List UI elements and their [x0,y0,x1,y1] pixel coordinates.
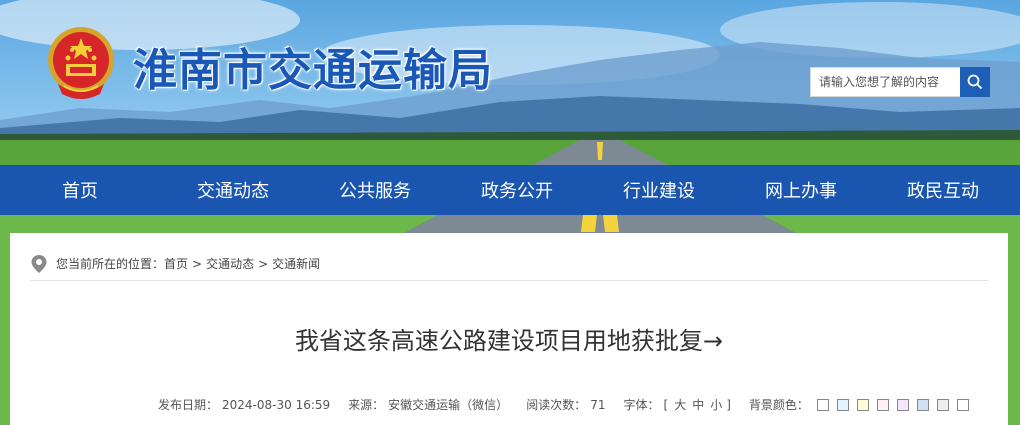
breadcrumb-separator: > [258,256,269,271]
font-size-medium[interactable]: 中 [692,396,704,413]
bg-color-swatch[interactable] [936,399,949,411]
font-size-label: 字体： [623,398,660,412]
nav-item-traffic-news[interactable]: 交通动态 [162,165,304,215]
main-nav: 首页 交通动态 公共服务 政务公开 行业建设 网上办事 政民互动 [0,165,1020,215]
bg-color-swatch[interactable] [896,399,909,411]
breadcrumb-separator: > [192,256,203,271]
bg-color-swatch[interactable] [916,399,929,411]
breadcrumb-transport-news[interactable]: 交通新闻 [272,255,320,272]
source-value: 安徽交通运输（微信） [388,398,509,412]
search-box [810,67,990,97]
bg-color-swatch[interactable] [856,399,869,411]
search-input[interactable] [810,67,960,97]
search-button[interactable] [960,67,990,97]
bg-color-label: 背景颜色： [748,398,809,412]
views-label: 阅读次数： [526,398,587,412]
nav-item-industry-construction[interactable]: 行业建设 [588,165,730,215]
site-title[interactable]: 淮南市交通运输局 [133,34,493,98]
nav-item-public-service[interactable]: 公共服务 [304,165,446,215]
nav-item-home[interactable]: 首页 [40,165,120,215]
font-size-small[interactable]: 小 [710,396,722,413]
search-icon [967,74,983,90]
location-pin-icon [31,254,47,273]
article-meta: 发布日期： 2024-08-30 16:59 来源： 安徽交通运输（微信） 阅读… [158,396,977,413]
bg-color-swatch[interactable] [956,399,969,411]
font-bracket-open: [ [663,397,669,412]
publish-date: 2024-08-30 16:59 [222,397,331,412]
bg-color-swatch[interactable] [876,399,889,411]
bg-color-swatch[interactable] [816,399,829,411]
breadcrumb: 您当前所在的位置： 首页 > 交通动态 > 交通新闻 [30,247,988,281]
publish-date-label: 发布日期： [158,398,219,412]
national-emblem-icon [48,27,114,99]
views-count: 71 [590,397,606,412]
breadcrumb-traffic-news[interactable]: 交通动态 [206,255,254,272]
font-size-large[interactable]: 大 [674,396,686,413]
breadcrumb-home[interactable]: 首页 [164,255,188,272]
nav-item-government-affairs[interactable]: 政务公开 [446,165,588,215]
nav-item-public-interaction[interactable]: 政民互动 [872,165,1014,215]
article-title: 我省这条高速公路建设项目用地获批复→ [294,327,724,355]
bg-color-swatches [813,398,973,412]
source-label: 来源： [348,398,385,412]
font-bracket-close: ] [726,397,731,412]
nav-item-online-services[interactable]: 网上办事 [730,165,872,215]
breadcrumb-prefix: 您当前所在的位置： [56,257,165,271]
article-panel: 您当前所在的位置： 首页 > 交通动态 > 交通新闻 我省这条高速公路建设项目用… [10,233,1008,425]
bg-color-swatch[interactable] [836,399,849,411]
